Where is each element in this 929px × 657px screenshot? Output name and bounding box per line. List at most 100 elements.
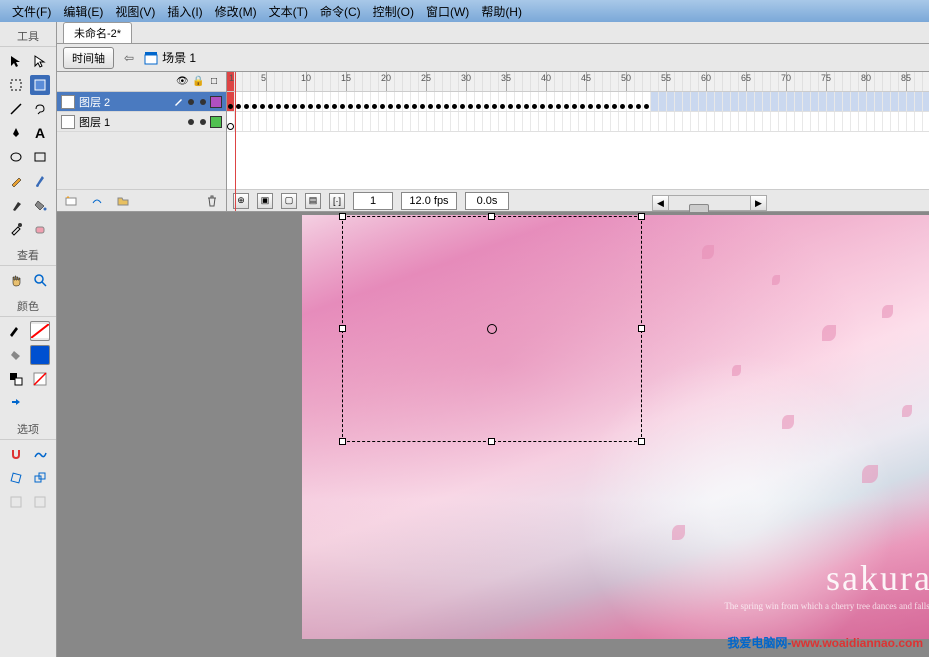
document-tab[interactable]: 未命名-2*	[63, 22, 132, 43]
timeline-panel: 1510152025303540455055606570758085 ⊕ ▣ ▢…	[227, 72, 929, 211]
ink-tool-icon[interactable]	[6, 195, 26, 215]
menu-file[interactable]: 文件(F)	[6, 1, 57, 22]
snap-option-icon[interactable]	[6, 444, 26, 464]
oval-tool-icon[interactable]	[6, 147, 26, 167]
pen-tool-icon[interactable]	[6, 123, 26, 143]
sakura-subtitle: The spring win from which a cherry tree …	[724, 601, 929, 611]
menu-text[interactable]: 文本(T)	[263, 1, 314, 22]
no-color-icon[interactable]	[30, 369, 50, 389]
layer-icon	[61, 115, 75, 129]
timeline-ruler[interactable]: 1510152025303540455055606570758085	[227, 72, 929, 92]
scroll-right-icon[interactable]: ▶	[750, 196, 766, 210]
frames-row[interactable]	[227, 112, 929, 132]
timeline-scrollbar[interactable]: ◀ ▶	[652, 195, 767, 211]
handle-bc[interactable]	[488, 438, 495, 445]
center-frame-icon[interactable]: ⊕	[233, 193, 249, 209]
edit-multi-icon[interactable]: ▤	[305, 193, 321, 209]
layer-color-swatch[interactable]	[210, 96, 222, 108]
menu-help[interactable]: 帮助(H)	[475, 1, 528, 22]
handle-tc[interactable]	[488, 213, 495, 220]
menu-window[interactable]: 窗口(W)	[420, 1, 475, 22]
text-tool-icon[interactable]: A	[30, 123, 50, 143]
visibility-header-icon[interactable]: 👁	[176, 76, 188, 87]
timeline-toggle-button[interactable]: 时间轴	[63, 47, 114, 69]
menu-modify[interactable]: 修改(M)	[209, 1, 263, 22]
brush-tool-icon[interactable]	[30, 171, 50, 191]
fps-input[interactable]	[401, 192, 457, 210]
free-transform-tool-icon[interactable]	[6, 75, 26, 95]
delete-layer-icon[interactable]	[202, 191, 222, 211]
handle-tl[interactable]	[339, 213, 346, 220]
handle-center[interactable]	[487, 324, 497, 334]
menu-command[interactable]: 命令(C)	[314, 1, 367, 22]
current-frame-input[interactable]	[353, 192, 393, 210]
smooth-option-icon[interactable]	[30, 444, 50, 464]
layers-header: 👁 🔒 □	[57, 72, 226, 92]
fill-swatch[interactable]	[30, 345, 50, 365]
layer-row[interactable]: 图层 1	[57, 112, 226, 132]
line-tool-icon[interactable]	[6, 99, 26, 119]
pencil-tool-icon[interactable]	[6, 171, 26, 191]
layer-row[interactable]: 图层 2	[57, 92, 226, 112]
new-folder-icon[interactable]	[113, 191, 133, 211]
scene-back-icon[interactable]: ⇦	[120, 51, 138, 65]
stroke-color-icon[interactable]	[6, 321, 26, 341]
gradient-transform-tool-icon[interactable]	[30, 75, 50, 95]
layer-icon	[61, 95, 75, 109]
eraser-tool-icon[interactable]	[30, 219, 50, 239]
zoom-tool-icon[interactable]	[30, 270, 50, 290]
onion-outline-icon[interactable]: ▢	[281, 193, 297, 209]
frames-row[interactable]	[227, 92, 929, 112]
handle-bl[interactable]	[339, 438, 346, 445]
lock-header-icon[interactable]: 🔒	[192, 76, 204, 87]
options-section-title: 选项	[0, 419, 56, 440]
scroll-left-icon[interactable]: ◀	[653, 196, 669, 210]
menu-view[interactable]: 视图(V)	[109, 1, 161, 22]
visibility-dot[interactable]	[188, 99, 194, 105]
onion-skin-icon[interactable]: ▣	[257, 193, 273, 209]
stroke-swatch[interactable]	[30, 321, 50, 341]
bucket-tool-icon[interactable]	[30, 195, 50, 215]
lock-dot[interactable]	[200, 99, 206, 105]
eyedropper-tool-icon[interactable]	[6, 219, 26, 239]
layers-panel: 👁 🔒 □ 图层 2 图层 1	[57, 72, 227, 211]
selection-tool-icon[interactable]	[6, 51, 26, 71]
new-layer-icon[interactable]	[61, 191, 81, 211]
layer-name: 图层 1	[79, 114, 184, 130]
rectangle-tool-icon[interactable]	[30, 147, 50, 167]
menu-edit[interactable]: 编辑(E)	[57, 1, 109, 22]
tools-panel: 工具 A 查看 颜色	[0, 22, 57, 657]
menu-control[interactable]: 控制(O)	[367, 1, 420, 22]
selection-box[interactable]	[342, 216, 642, 442]
clapboard-icon	[144, 51, 158, 65]
visibility-dot[interactable]	[188, 119, 194, 125]
outline-header-icon[interactable]: □	[208, 76, 220, 87]
stage-area[interactable]: sakura The spring win from which a cherr…	[57, 212, 929, 657]
tools-title: 工具	[0, 26, 56, 47]
view-section-title: 查看	[0, 245, 56, 266]
handle-mr[interactable]	[638, 325, 645, 332]
layer-name: 图层 2	[79, 94, 170, 110]
rotate-option-icon[interactable]	[6, 468, 26, 488]
fill-color-icon[interactable]	[6, 345, 26, 365]
menu-insert[interactable]: 插入(I)	[161, 1, 208, 22]
onion-markers-icon[interactable]: [·]	[329, 193, 345, 209]
scene-name[interactable]: 场景 1	[144, 49, 196, 66]
timeline-footer: ⊕ ▣ ▢ ▤ [·] ◀ ▶	[227, 189, 929, 211]
subselect-tool-icon[interactable]	[30, 51, 50, 71]
add-guide-icon[interactable]	[87, 191, 107, 211]
hand-tool-icon[interactable]	[6, 270, 26, 290]
swap-colors-icon[interactable]	[6, 393, 26, 413]
option-b-icon[interactable]	[30, 492, 50, 512]
scale-option-icon[interactable]	[30, 468, 50, 488]
handle-ml[interactable]	[339, 325, 346, 332]
layer-color-swatch[interactable]	[210, 116, 222, 128]
lasso-tool-icon[interactable]	[30, 99, 50, 119]
elapsed-time-input[interactable]	[465, 192, 509, 210]
option-a-icon[interactable]	[6, 492, 26, 512]
handle-br[interactable]	[638, 438, 645, 445]
pencil-icon	[174, 97, 184, 107]
bw-swap-icon[interactable]	[6, 369, 26, 389]
handle-tr[interactable]	[638, 213, 645, 220]
lock-dot[interactable]	[200, 119, 206, 125]
